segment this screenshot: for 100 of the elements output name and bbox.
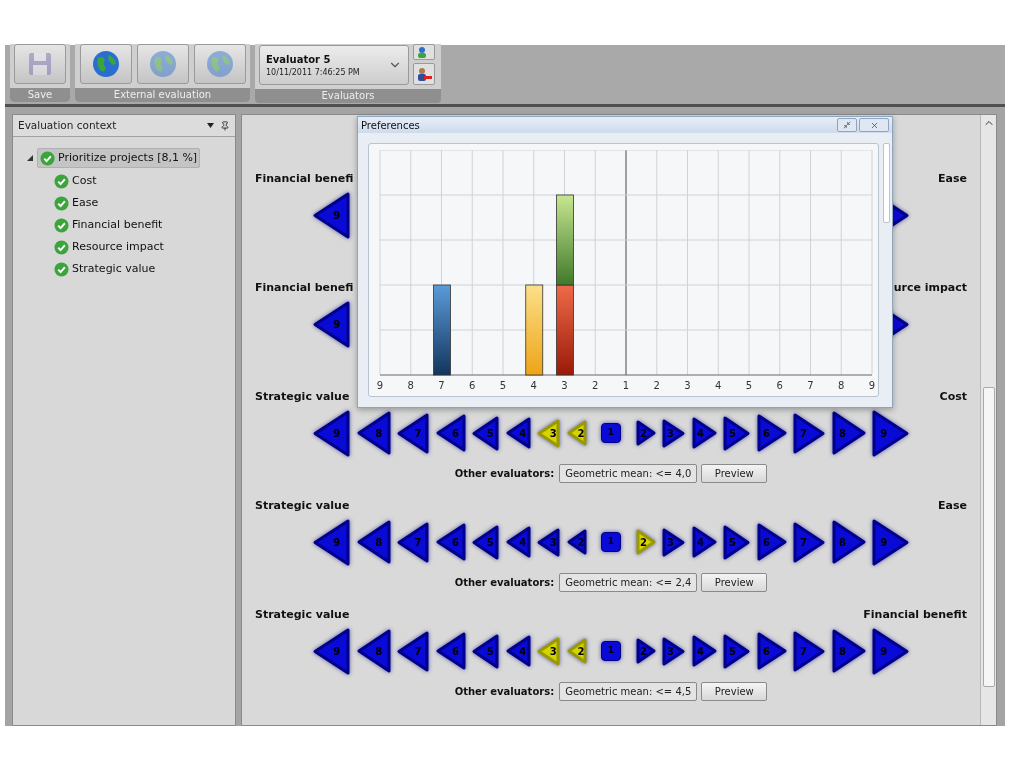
left-arrow-button[interactable]: 9 (313, 409, 350, 457)
tree-item[interactable]: Resource impact (51, 236, 167, 258)
evaluator-name: Evaluator 5 (266, 52, 331, 67)
tree-item[interactable]: Ease (51, 192, 102, 214)
scale-square-button[interactable]: 1 (601, 532, 621, 552)
left-arrow-button[interactable]: 9 (313, 518, 350, 566)
axis-tick-label: 8 (407, 380, 414, 391)
evaluation-date: 10/11/2011 7:46:25 PM (266, 66, 360, 79)
left-arrow-button[interactable]: 9 (313, 627, 350, 675)
left-arrow-button[interactable]: 3 (537, 527, 560, 557)
add-user-button[interactable] (413, 44, 435, 60)
globe-icon (205, 50, 234, 78)
left-arrow-button[interactable]: 7 (397, 521, 429, 563)
panel-title: Evaluation context (18, 117, 117, 133)
remove-user-button[interactable] (413, 63, 435, 85)
left-arrow-button[interactable]: 5 (472, 415, 499, 451)
left-arrow-button[interactable]: 3 (537, 636, 560, 666)
right-arrow-button[interactable]: 3 (662, 636, 685, 666)
scrollbar-thumb[interactable] (982, 387, 995, 687)
maximize-button[interactable] (837, 118, 857, 132)
criterion-label: Strategic value (255, 388, 350, 405)
axis-tick-label: 2 (592, 380, 599, 391)
right-arrow-button[interactable]: 8 (831, 520, 866, 564)
left-arrow-button[interactable]: 5 (472, 524, 499, 560)
left-arrow-button[interactable]: 9 (313, 300, 350, 348)
group-label: Evaluators (255, 89, 441, 103)
left-arrow-button[interactable]: 6 (435, 414, 466, 452)
right-arrow-button[interactable]: 2 (635, 420, 656, 446)
check-circle-icon (54, 261, 69, 277)
axis-tick-label: 3 (561, 380, 568, 391)
preview-button[interactable]: Preview (701, 681, 768, 701)
scrollbar-thumb[interactable] (883, 143, 890, 223)
check-circle-icon (40, 150, 55, 166)
dropdown-caret-icon (207, 123, 214, 128)
right-arrow-button[interactable]: 2 (635, 638, 656, 664)
right-arrow-button[interactable]: 7 (793, 630, 825, 672)
tree-item[interactable]: Cost (51, 170, 100, 192)
left-arrow-button[interactable]: 9 (313, 191, 350, 239)
criterion-label: Financial benefi (255, 170, 354, 187)
axis-tick-label: 5 (745, 380, 753, 391)
group-label: External evaluation (75, 88, 250, 102)
check-circle-icon (54, 217, 69, 233)
axis-tick-label: 9 (376, 380, 384, 391)
left-arrow-button[interactable]: 6 (435, 632, 466, 670)
left-arrow-button[interactable]: 3 (537, 418, 560, 448)
left-arrow-button[interactable]: 5 (472, 633, 499, 669)
right-arrow-button[interactable]: 7 (793, 521, 825, 563)
criterion-label: Financial benefi (255, 279, 354, 296)
external-evaluation-button[interactable] (79, 44, 132, 84)
other-evaluators-label: Other evaluators: (454, 684, 555, 699)
right-arrow-button[interactable]: 4 (691, 635, 717, 667)
left-arrow-button[interactable]: 2 (566, 420, 587, 446)
expanded-caret-icon[interactable] (27, 155, 33, 161)
geometric-mean-field: Geometric mean: <= 2,4 (559, 572, 698, 592)
right-arrow-button[interactable]: 5 (723, 415, 750, 451)
preview-button[interactable]: Preview (701, 572, 768, 592)
right-arrow-button[interactable]: 8 (831, 411, 866, 455)
axis-tick-label: 7 (807, 380, 814, 391)
axis-tick-label: 3 (684, 380, 691, 391)
right-arrow-button[interactable]: 9 (872, 409, 909, 457)
axis-tick-label: 9 (868, 380, 876, 391)
right-arrow-button[interactable]: 2 (635, 529, 656, 555)
left-arrow-button[interactable]: 4 (505, 417, 531, 449)
right-arrow-button[interactable]: 6 (756, 414, 787, 452)
right-arrow-button[interactable]: 6 (756, 632, 787, 670)
right-arrow-button[interactable]: 8 (831, 629, 866, 673)
right-arrow-button[interactable]: 5 (723, 633, 750, 669)
scale-square-button[interactable]: 1 (601, 641, 621, 661)
right-arrow-button[interactable]: 3 (662, 418, 685, 448)
criterion-label: Ease (938, 497, 967, 514)
right-arrow-button[interactable]: 9 (872, 627, 909, 675)
left-arrow-button[interactable]: 2 (566, 638, 587, 664)
criterion-label: Financial benefit (863, 606, 967, 623)
tree-item[interactable]: Financial benefit (51, 214, 166, 236)
evaluator-dropdown[interactable]: Evaluator 5 10/11/2011 7:46:25 PM (259, 45, 409, 85)
criterion-label: Strategic value (255, 606, 350, 623)
right-arrow-button[interactable]: 9 (872, 518, 909, 566)
left-arrow-button[interactable]: 8 (356, 411, 391, 455)
left-arrow-button[interactable]: 6 (435, 523, 466, 561)
scrollbar[interactable] (980, 115, 996, 725)
right-arrow-button[interactable]: 4 (691, 526, 717, 558)
right-arrow-button[interactable]: 7 (793, 412, 825, 454)
tree-item[interactable]: Prioritize projects [8,1 %] (37, 148, 201, 168)
left-arrow-button[interactable]: 7 (397, 630, 429, 672)
left-arrow-button[interactable]: 2 (566, 529, 587, 555)
left-arrow-button[interactable]: 8 (356, 629, 391, 673)
right-arrow-button[interactable]: 6 (756, 523, 787, 561)
right-arrow-button[interactable]: 5 (723, 524, 750, 560)
preview-button[interactable]: Preview (701, 463, 768, 483)
left-arrow-button[interactable]: 4 (505, 526, 531, 558)
check-circle-icon (54, 173, 69, 189)
tree-item[interactable]: Strategic value (51, 258, 159, 280)
geometric-mean-field: Geometric mean: <= 4,0 (559, 463, 698, 483)
right-arrow-button[interactable]: 3 (662, 527, 685, 557)
close-button[interactable] (859, 118, 889, 132)
left-arrow-button[interactable]: 4 (505, 635, 531, 667)
left-arrow-button[interactable]: 8 (356, 520, 391, 564)
scale-square-button[interactable]: 1 (601, 423, 621, 443)
right-arrow-button[interactable]: 4 (691, 417, 717, 449)
left-arrow-button[interactable]: 7 (397, 412, 429, 454)
